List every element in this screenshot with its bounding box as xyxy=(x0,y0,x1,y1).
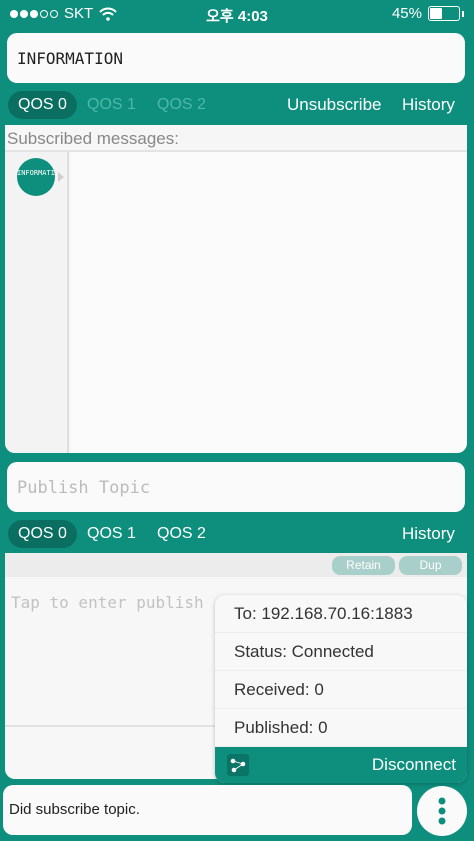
connection-footer: Disconnect xyxy=(215,747,467,783)
battery-cap xyxy=(462,10,464,17)
subscribe-qos-1[interactable]: QOS 1 xyxy=(77,91,146,119)
publish-qos-0[interactable]: QOS 0 xyxy=(8,520,77,548)
more-options-button[interactable] xyxy=(417,786,467,836)
message-list[interactable] xyxy=(71,152,467,453)
topic-chip-information[interactable]: INFORMATION xyxy=(17,158,55,196)
network-graph-icon[interactable] xyxy=(227,754,249,776)
battery-icon xyxy=(428,6,460,21)
subscribe-qos-0[interactable]: QOS 0 xyxy=(8,91,77,119)
connection-info-popup: To: 192.168.70.16:1883 Status: Connected… xyxy=(215,595,467,783)
status-bar: SKT 오후 4:03 45% xyxy=(0,0,474,28)
battery-fill xyxy=(430,8,442,19)
subscribe-qos-2[interactable]: QOS 2 xyxy=(147,91,216,119)
chevron-right-icon xyxy=(58,172,64,182)
more-vertical-icon xyxy=(438,797,446,825)
publish-history-button[interactable]: History xyxy=(402,520,455,548)
received-count: Received: 0 xyxy=(215,671,467,709)
unsubscribe-button[interactable]: Unsubscribe xyxy=(287,91,382,119)
subscribe-history-button[interactable]: History xyxy=(402,91,455,119)
retain-toggle[interactable]: Retain xyxy=(332,556,395,575)
topic-list: INFORMATION xyxy=(5,152,69,453)
publish-qos-1[interactable]: QOS 1 xyxy=(77,520,146,548)
publish-options-strip: Retain Dup xyxy=(5,553,467,577)
subscribed-messages-panel: Subscribed messages: INFORMATION xyxy=(5,125,467,453)
disconnect-button[interactable]: Disconnect xyxy=(372,747,456,783)
published-count: Published: 0 xyxy=(215,709,467,747)
battery-percent: 45% xyxy=(391,5,422,22)
status-message: Did subscribe topic. xyxy=(3,785,412,835)
connection-status: Status: Connected xyxy=(215,633,467,671)
publish-message-input[interactable]: Tap to enter publish xyxy=(11,593,204,612)
subscribe-topic-input[interactable]: INFORMATION xyxy=(7,33,465,83)
connection-address: To: 192.168.70.16:1883 xyxy=(215,595,467,633)
publish-toolbar: QOS 0 QOS 1 QOS 2 History xyxy=(0,517,474,551)
subscribe-toolbar: QOS 0 QOS 1 QOS 2 Unsubscribe History xyxy=(0,88,474,122)
subscribed-messages-label: Subscribed messages: xyxy=(7,129,179,148)
publish-topic-input[interactable]: Publish Topic xyxy=(7,462,465,512)
status-right: 45% xyxy=(392,5,464,22)
publish-qos-2[interactable]: QOS 2 xyxy=(147,520,216,548)
dup-toggle[interactable]: Dup xyxy=(399,556,462,575)
